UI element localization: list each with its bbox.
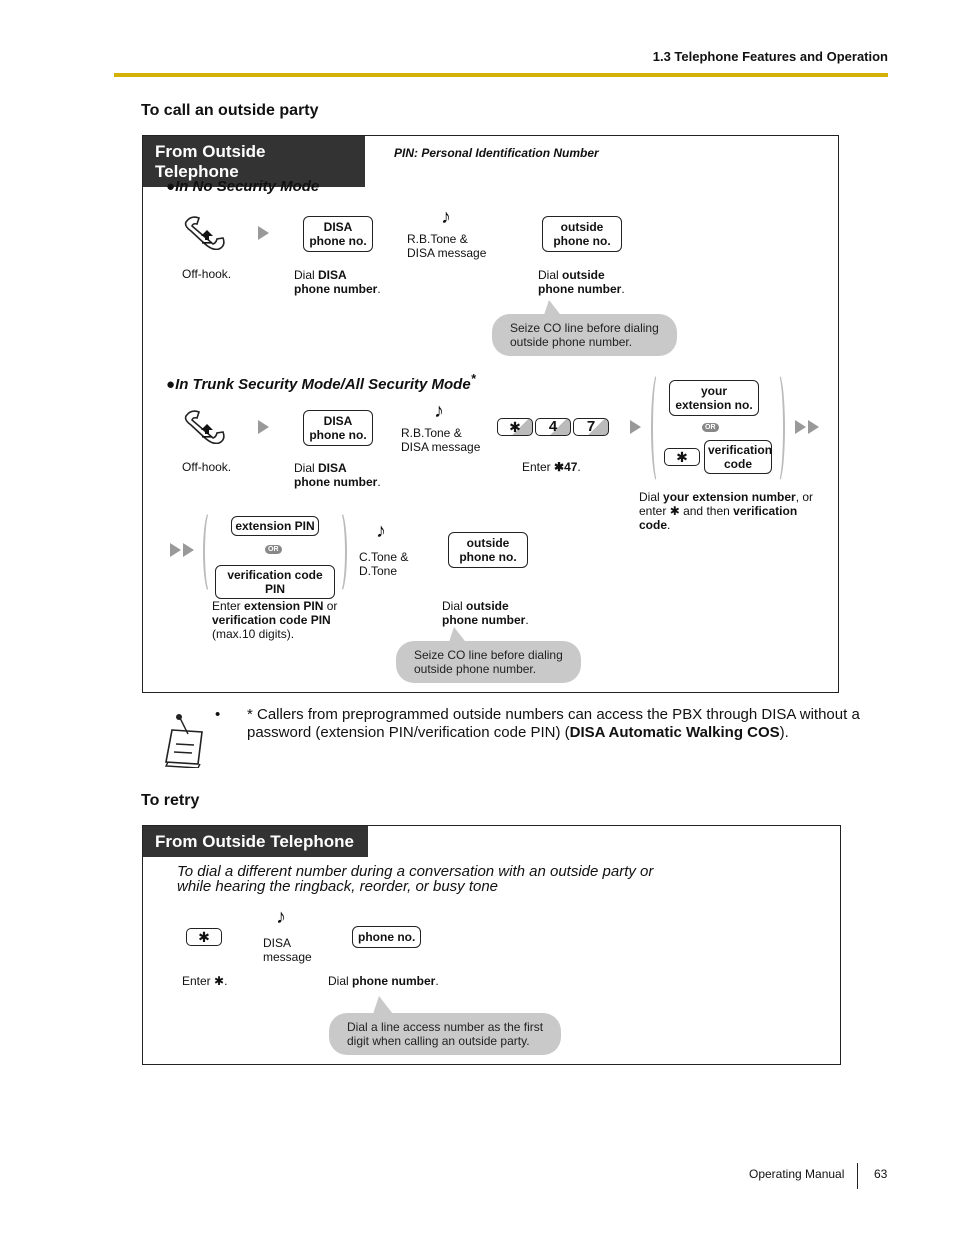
mode-no-security: ●In No Security Mode [166, 178, 320, 195]
note-text: * Callers from preprogrammed outside num… [247, 706, 860, 741]
section-header: 1.3 Telephone Features and Operation [652, 49, 888, 64]
offhook-caption: Off-hook. [182, 460, 232, 474]
panel-tab: From Outside Telephone [143, 826, 368, 857]
tip-bubble: Dial a line access number as the first di… [329, 1013, 562, 1055]
header-rule [114, 73, 888, 77]
tone-note-icon: ♪ [441, 206, 451, 228]
panel-retry: From Outside Telephone To dial a differe… [142, 825, 841, 1065]
bullet-icon: ● [166, 178, 176, 195]
tone-note-icon: ♪ [276, 906, 286, 928]
retry-description: To dial a different number during a conv… [177, 863, 654, 895]
arrow-icon [258, 226, 269, 240]
tone-label: R.B.Tone & DISA message [401, 426, 481, 454]
key-7[interactable]: 7 [573, 418, 609, 436]
or-badge: OR [265, 545, 282, 554]
paren-left [651, 372, 665, 484]
offhook-caption: Off-hook. [182, 267, 232, 281]
feature-code-keys: ✱ 4 7 [497, 418, 609, 436]
extension-caption: Dial your extension number, or enter ✱ a… [639, 490, 814, 532]
handset-offhook-icon [184, 410, 225, 444]
disa-phone-key[interactable]: DISA phone no. [303, 410, 373, 446]
bullet-icon: ● [166, 376, 176, 393]
footer-manual: Operating Manual [749, 1167, 845, 1181]
your-extension-key[interactable]: your extension no. [669, 380, 759, 416]
key-4[interactable]: 4 [535, 418, 571, 436]
verification-code-key[interactable]: verification code [704, 440, 772, 474]
feature-code-caption: Enter ✱47. [522, 460, 581, 474]
arrow-icon [630, 420, 641, 434]
or-badge: OR [702, 423, 719, 432]
disa-caption: Dial DISA phone number. [294, 268, 381, 296]
star-caption: Enter ✱. [182, 974, 228, 988]
phone-number-key[interactable]: phone no. [352, 926, 422, 948]
disa-phone-key[interactable]: DISA phone no. [303, 216, 373, 252]
pin-caption: Enter extension PIN or verification code… [212, 599, 338, 641]
tone-label: DISA message [263, 936, 312, 964]
footer-divider [857, 1163, 858, 1189]
pin-note: PIN: Personal Identification Number [394, 146, 599, 160]
section-title-retry: To retry [141, 792, 200, 809]
tip-bubble: Seize CO line before dialing outside phon… [396, 641, 581, 683]
ctone-label: C.Tone & D.Tone [359, 550, 409, 578]
bubble-tail [373, 996, 393, 1014]
phone-caption: Dial phone number. [328, 974, 439, 988]
tone-note-icon: ♪ [434, 400, 444, 422]
disa-caption: Dial DISA phone number. [294, 461, 381, 489]
page-number: 63 [874, 1167, 888, 1181]
handset-offhook-icon [184, 216, 225, 250]
note-bullet: • [215, 706, 221, 723]
outside-phone-key[interactable]: outside phone no. [542, 216, 622, 252]
note-pad-icon [164, 714, 203, 768]
star-key[interactable]: ✱ [497, 418, 533, 436]
double-arrow-icon [795, 420, 819, 434]
paren-right [333, 510, 347, 594]
extension-pin-key[interactable]: extension PIN [231, 516, 319, 536]
star-key[interactable]: ✱ [186, 928, 222, 946]
double-arrow-icon [170, 543, 194, 557]
section-title-call-outside: To call an outside party [141, 102, 319, 119]
outside-caption: Dial outside phone number. [538, 268, 625, 296]
star-key[interactable]: ✱ [664, 448, 700, 466]
mode-trunk-security: ●In Trunk Security Mode/All Security Mod… [166, 372, 476, 393]
outside-caption: Dial outside phone number. [442, 599, 529, 627]
paren-right [771, 372, 785, 484]
tone-label: R.B.Tone & DISA message [407, 232, 487, 260]
tone-note-icon: ♪ [376, 520, 386, 542]
panel-call-outside: From Outside Telephone PIN: Personal Ide… [142, 135, 839, 693]
arrow-icon [258, 420, 269, 434]
verification-code-pin-key[interactable]: verification code PIN [215, 565, 335, 599]
tip-bubble: Seize CO line before dialing outside phon… [492, 314, 677, 356]
outside-phone-key[interactable]: outside phone no. [448, 532, 528, 568]
